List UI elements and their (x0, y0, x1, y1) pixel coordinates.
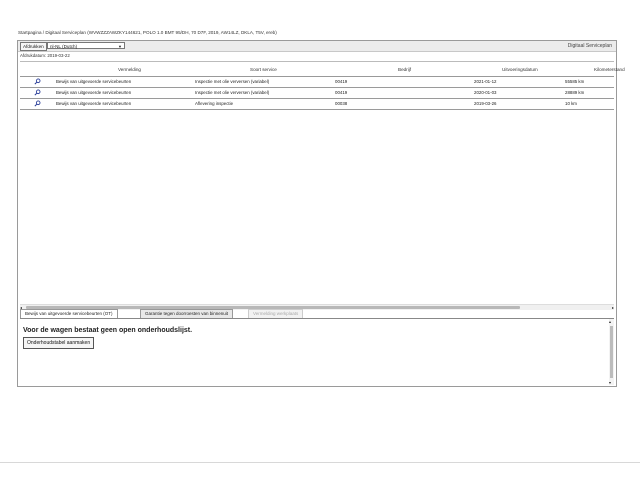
service-table: Vermelding Soort service Bedrijf Uitvoer… (20, 61, 625, 110)
cell-bedrijf: 00419 (335, 79, 348, 84)
scrollbar-thumb[interactable] (610, 326, 613, 378)
open-maintenance-notice: Voor de wagen bestaat geen open onderhou… (23, 327, 193, 334)
chevron-down-icon: ▼ (118, 44, 122, 49)
cell-soort-service: Inspectie met olie verversen (variabel) (195, 79, 270, 84)
column-header-kilometerstand[interactable]: Kilometerstand (594, 67, 625, 72)
table-row[interactable]: Bewijs van uitgevoerde servicebeurten Af… (20, 99, 614, 110)
cell-uitvoeringsdatum: 2021-01-12 (474, 79, 497, 84)
cell-bedrijf: 00419 (335, 90, 348, 95)
cell-kilometerstand: 55585 km (565, 79, 585, 84)
tab-garantie-doorroesten[interactable]: Garantie tegen doorroesten van binnenuit (140, 309, 234, 318)
app-title: Digitaal Serviceplan (567, 43, 612, 49)
toolbar: Afdrukken nl-NL (Dutch) ▼ Digitaal Servi… (18, 41, 616, 52)
magnifier-icon[interactable] (34, 89, 41, 96)
cell-kilometerstand: 10 km (565, 101, 577, 106)
cell-uitvoeringsdatum: 2020-01-03 (474, 90, 497, 95)
column-header-bedrijf[interactable]: Bedrijf (398, 67, 411, 72)
create-maintenance-table-button[interactable]: Onderhoudstabel aanmaken (23, 337, 95, 349)
scroll-down-icon[interactable]: ▾ (609, 380, 611, 385)
tab-uitgevoerde-servicebeurten[interactable]: Bewijs van uitgevoerde servicebeurten (O… (20, 309, 118, 318)
service-plan-window: Afdrukken nl-NL (Dutch) ▼ Digitaal Servi… (17, 40, 625, 387)
print-button[interactable]: Afdrukken (20, 42, 47, 51)
cell-uitvoeringsdatum: 2019-03-26 (474, 101, 497, 106)
language-value: nl-NL (Dutch) (50, 44, 78, 49)
cell-vermelding: Bewijs van uitgevoerde servicebeurten (56, 90, 132, 95)
magnifier-icon[interactable] (34, 78, 41, 85)
cell-vermelding: Bewijs van uitgevoerde servicebeurten (56, 79, 132, 84)
cell-soort-service: Inspectie met olie verversen (variabel) (195, 90, 270, 95)
vertical-scrollbar[interactable]: ▴ ▾ (609, 319, 614, 385)
table-row[interactable]: Bewijs van uitgevoerde servicebeurten In… (20, 77, 614, 88)
table-row[interactable]: Bewijs van uitgevoerde servicebeurten In… (20, 88, 614, 99)
scroll-up-icon[interactable]: ▴ (609, 319, 611, 324)
table-header: Vermelding Soort service Bedrijf Uitvoer… (20, 61, 625, 77)
column-header-vermelding[interactable]: Vermelding (118, 67, 141, 72)
language-select[interactable]: nl-NL (Dutch) ▼ (47, 42, 125, 49)
cell-soort-service: Aflevering inspectie (195, 101, 234, 106)
breadcrumb[interactable]: Startpagina / Digitaal Serviceplan (WVWZ… (18, 30, 277, 35)
print-date: Afdrukdatum: 2019-03-22 (20, 53, 70, 58)
cell-bedrijf: 00038 (335, 101, 348, 106)
magnifier-icon[interactable] (34, 100, 41, 107)
scroll-right-icon[interactable]: ▸ (612, 305, 614, 310)
page-divider (0, 462, 640, 463)
tab-vermelding-werkplaats: Vermelding werkplaats (248, 309, 304, 318)
tab-panel: Voor de wagen bestaat geen open onderhou… (20, 318, 614, 385)
cell-vermelding: Bewijs van uitgevoerde servicebeurten (56, 101, 132, 106)
column-header-uitvoeringsdatum[interactable]: Uitvoeringsdatum (502, 67, 538, 72)
cell-kilometerstand: 28889 km (565, 90, 585, 95)
column-header-soort-service[interactable]: Soort service (250, 67, 277, 72)
